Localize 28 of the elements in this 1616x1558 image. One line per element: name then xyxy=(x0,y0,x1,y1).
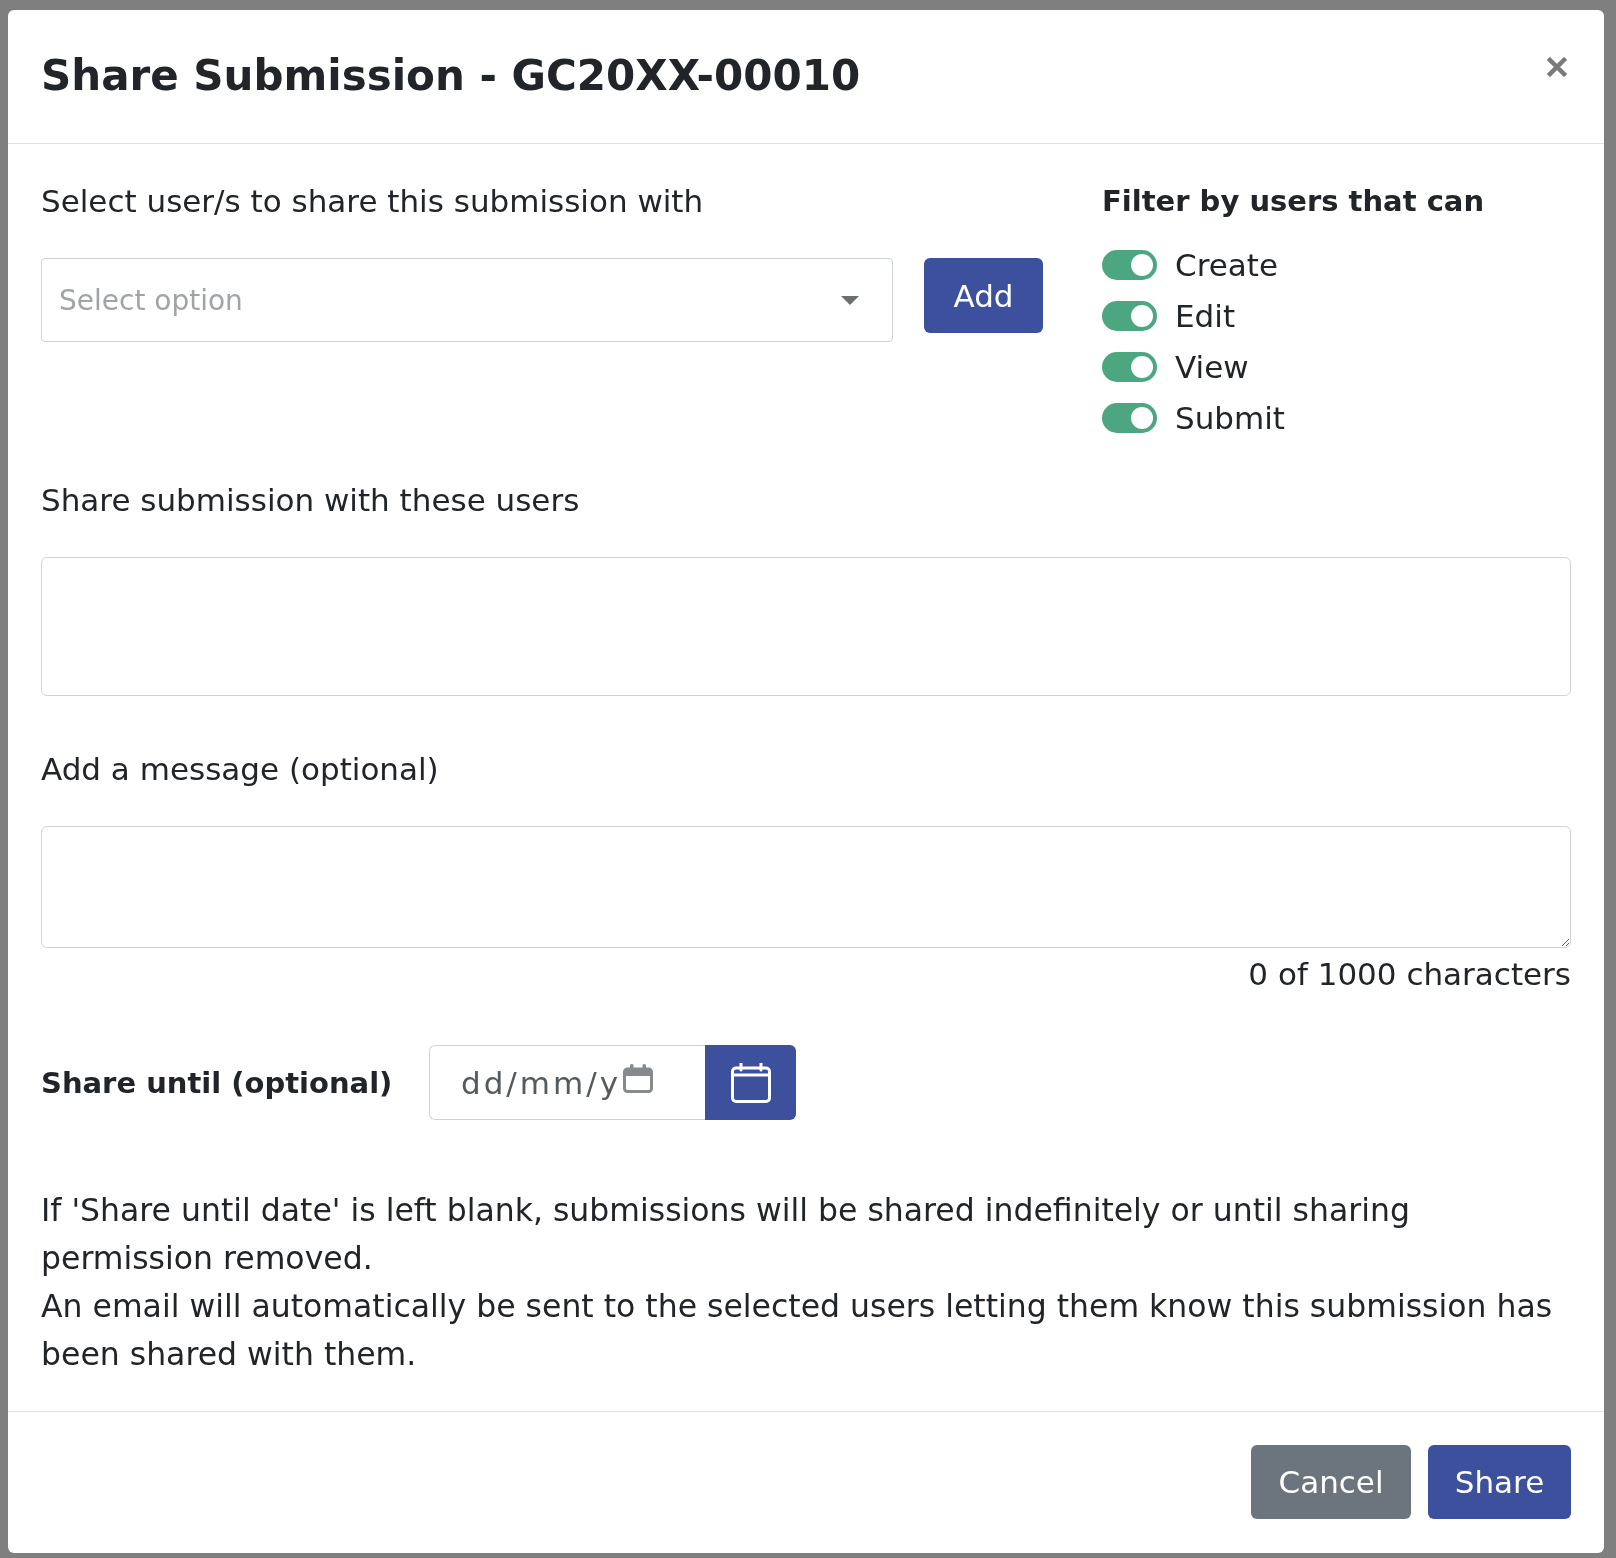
calendar-button[interactable] xyxy=(705,1045,796,1120)
dialog-title: Share Submission - GC20XX-00010 xyxy=(41,51,861,102)
toggle-label[interactable]: View xyxy=(1175,346,1249,387)
toggle-switch[interactable] xyxy=(1102,300,1157,331)
close-icon[interactable] xyxy=(1547,57,1567,77)
filter-heading: Filter by users that can xyxy=(1102,183,1485,220)
field-label: Share until (optional) xyxy=(41,1064,394,1102)
toggle-switch[interactable] xyxy=(1102,249,1157,280)
field-label: Add a message (optional) xyxy=(41,750,440,789)
toggle-label[interactable]: Create xyxy=(1175,244,1278,285)
character-counter: 0 of 1000 characters xyxy=(1247,955,1571,994)
toggle-label[interactable]: Submit xyxy=(1175,397,1285,438)
shared-users-field[interactable] xyxy=(41,557,1571,696)
info-note: If 'Share until date' is left blank, submissions will be shared indefinitely or until sharing permission removed. xyxy=(41,1191,1411,1278)
date-field[interactable]: dd/mm/y xyxy=(429,1045,705,1120)
info-note: An email will automatically be sent to the selected users letting them know this submission has been shared with them. xyxy=(41,1287,1554,1374)
add-button[interactable]: Add xyxy=(924,258,1043,333)
calendar-icon xyxy=(623,1064,653,1093)
toggle-switch[interactable] xyxy=(1102,402,1157,433)
calendar-icon xyxy=(730,1062,771,1103)
toggle-label[interactable]: Edit xyxy=(1175,295,1236,336)
cancel-button[interactable]: Cancel xyxy=(1251,1445,1411,1519)
caret-icon xyxy=(841,295,859,305)
toggle-switch[interactable] xyxy=(1102,351,1157,382)
field-label: Select user/s to share this submission with xyxy=(41,182,705,221)
share-button[interactable]: Share xyxy=(1428,1445,1571,1519)
message-field[interactable] xyxy=(41,826,1571,948)
field-label: Share submission with these users xyxy=(41,481,581,520)
